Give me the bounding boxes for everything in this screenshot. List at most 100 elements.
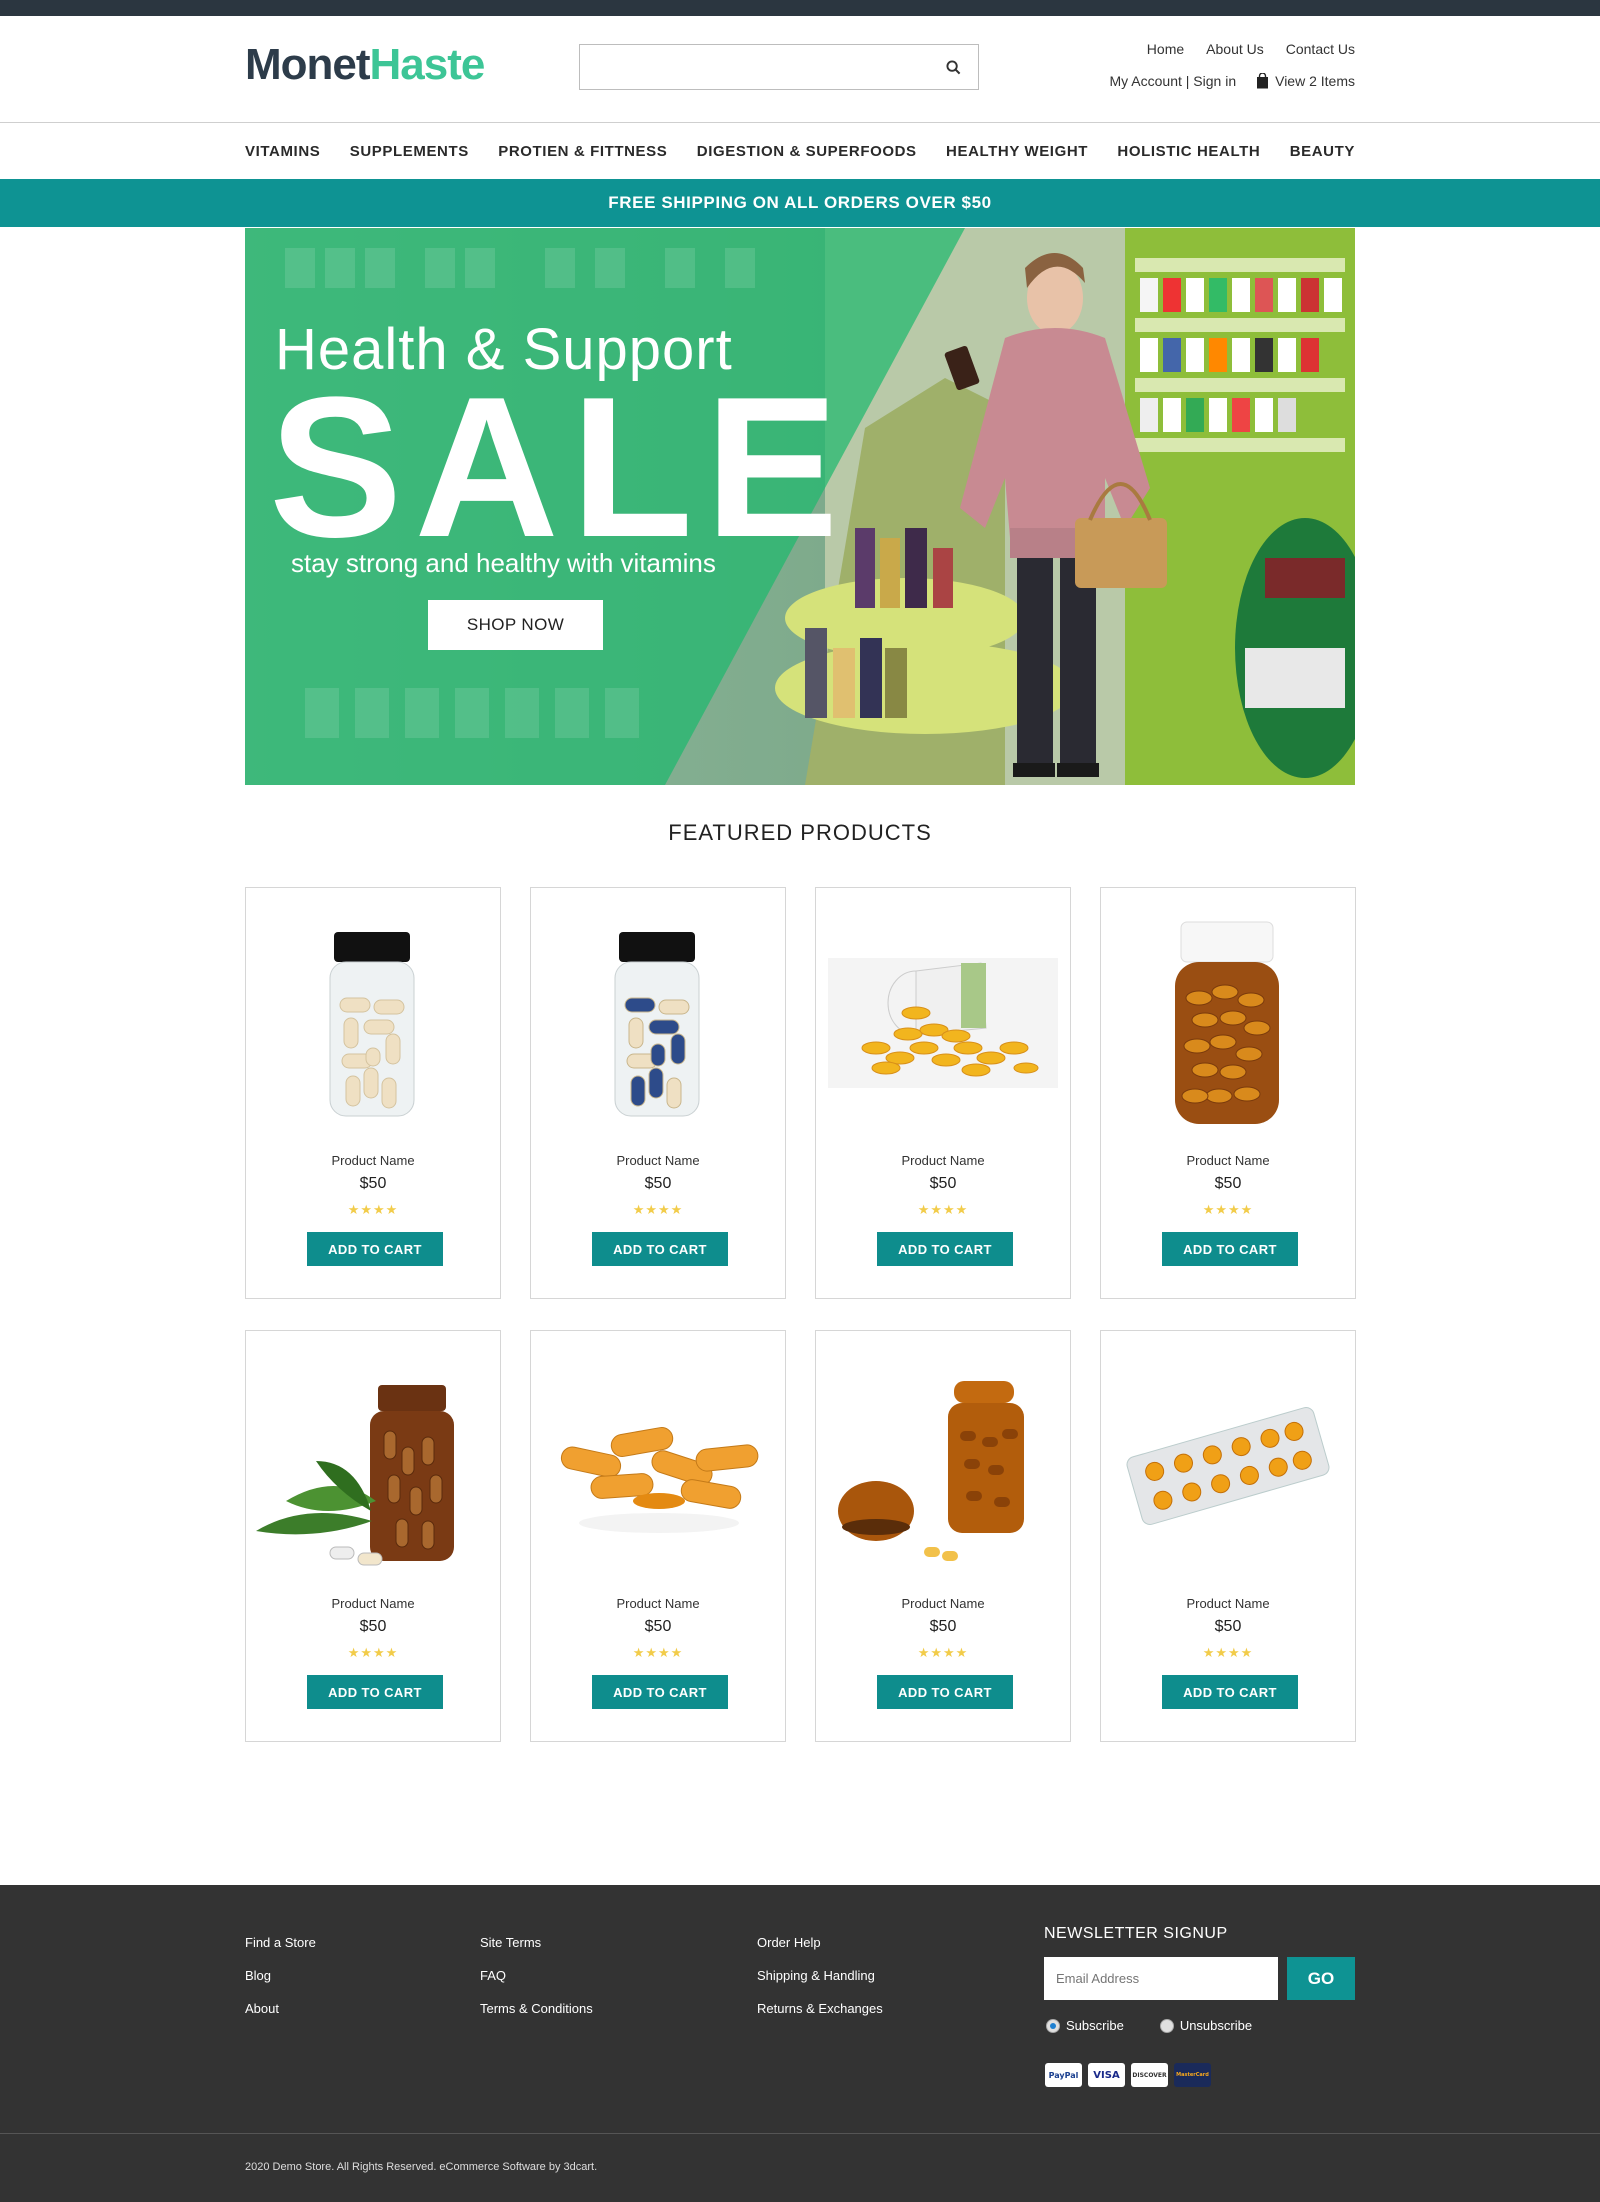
top-links: Home About Us Contact Us	[1147, 41, 1355, 57]
footer-column-2: Site Terms FAQ Terms & Conditions	[480, 1935, 593, 2034]
account-signin-link[interactable]: My Account | Sign in	[1110, 73, 1237, 89]
product-rating-stars: ★★★★	[632, 1645, 684, 1660]
main-nav: VITAMINS SUPPLEMENTS PROTIEN & FITTNESS …	[0, 123, 1600, 179]
newsletter-go-button[interactable]: GO	[1287, 1957, 1355, 2000]
newsletter-email-input[interactable]	[1044, 1957, 1278, 2000]
visa-icon: VISA	[1088, 2063, 1125, 2087]
search-icon	[945, 59, 960, 74]
bag-icon	[1257, 73, 1269, 89]
product-price: $50	[359, 1618, 387, 1635]
hero-subtitle: stay strong and healthy with vitamins	[291, 548, 716, 578]
product-name[interactable]: Product Name	[531, 1153, 785, 1168]
product-image-amber-softgel-bottle[interactable]	[1101, 908, 1355, 1138]
product-card[interactable]: Product Name $50 ★★★★ ADD TO CART	[530, 887, 786, 1299]
hero-sale-text: SALE	[269, 356, 851, 579]
payment-methods: PayPal VISA DISCOVER MasterCard	[1045, 2063, 1211, 2087]
product-rating-stars: ★★★★	[347, 1202, 399, 1217]
footer-link-faq[interactable]: FAQ	[480, 1968, 593, 1983]
add-to-cart-button[interactable]: ADD TO CART	[1162, 1675, 1298, 1709]
footer-link-terms[interactable]: Terms & Conditions	[480, 2001, 593, 2016]
product-card[interactable]: Product Name $50 ★★★★ ADD TO CART	[1100, 1330, 1356, 1742]
product-card[interactable]: Product Name $50 ★★★★ ADD TO CART	[815, 1330, 1071, 1742]
product-price: $50	[929, 1175, 957, 1192]
product-name[interactable]: Product Name	[246, 1153, 500, 1168]
product-image-blue-capsule-jar[interactable]	[531, 908, 785, 1138]
discover-icon: DISCOVER	[1131, 2063, 1168, 2087]
product-image-amber-bottle-leaves[interactable]	[246, 1351, 500, 1581]
paypal-icon: PayPal	[1045, 2063, 1082, 2087]
search-input[interactable]	[580, 45, 920, 89]
product-image-orange-capsules[interactable]	[531, 1351, 785, 1581]
hero-banner: Health & Support SALE stay strong and he…	[245, 228, 1355, 785]
product-rating-stars: ★★★★	[1202, 1645, 1254, 1660]
add-to-cart-button[interactable]: ADD TO CART	[592, 1675, 728, 1709]
product-image-spilled-softgels[interactable]	[816, 908, 1070, 1138]
top-link-contact[interactable]: Contact Us	[1286, 41, 1355, 57]
subscribe-label: Subscribe	[1066, 2018, 1124, 2033]
product-rating-stars: ★★★★	[632, 1202, 684, 1217]
footer-link-site-terms[interactable]: Site Terms	[480, 1935, 593, 1950]
product-rating-stars: ★★★★	[1202, 1202, 1254, 1217]
site-logo[interactable]: MonetHaste	[245, 40, 485, 90]
product-name[interactable]: Product Name	[531, 1596, 785, 1611]
top-strip	[0, 0, 1600, 16]
add-to-cart-button[interactable]: ADD TO CART	[877, 1232, 1013, 1266]
footer-link-order-help[interactable]: Order Help	[757, 1935, 883, 1950]
cart-link[interactable]: View 2 Items	[1256, 73, 1355, 89]
shop-now-button[interactable]: SHOP NOW	[428, 600, 603, 650]
product-card[interactable]: Product Name $50 ★★★★ ADD TO CART	[245, 887, 501, 1299]
product-name[interactable]: Product Name	[816, 1596, 1070, 1611]
add-to-cart-button[interactable]: ADD TO CART	[1162, 1232, 1298, 1266]
nav-vitamins[interactable]: VITAMINS	[245, 143, 320, 160]
footer-link-returns[interactable]: Returns & Exchanges	[757, 2001, 883, 2016]
logo-part-1: Monet	[245, 40, 371, 89]
footer-divider	[0, 2133, 1600, 2134]
product-card[interactable]: Product Name $50 ★★★★ ADD TO CART	[530, 1330, 786, 1742]
nav-digestion-superfoods[interactable]: DIGESTION & SUPERFOODS	[697, 143, 917, 160]
add-to-cart-button[interactable]: ADD TO CART	[307, 1232, 443, 1266]
nav-beauty[interactable]: BEAUTY	[1290, 143, 1355, 160]
unsubscribe-radio[interactable]: Unsubscribe	[1159, 2018, 1253, 2033]
footer-column-1: Find a Store Blog About	[245, 1935, 316, 2034]
footer-link-about[interactable]: About	[245, 2001, 316, 2016]
cart-label: View 2 Items	[1275, 73, 1355, 89]
unsubscribe-label: Unsubscribe	[1179, 2018, 1253, 2033]
product-price: $50	[929, 1618, 957, 1635]
product-image-white-capsule-jar[interactable]	[246, 908, 500, 1138]
search-box	[579, 44, 979, 90]
add-to-cart-button[interactable]: ADD TO CART	[592, 1232, 728, 1266]
subscription-options: Subscribe Unsubscribe	[1046, 2018, 1252, 2033]
product-card[interactable]: Product Name $50 ★★★★ ADD TO CART	[1100, 887, 1356, 1299]
nav-supplements[interactable]: SUPPLEMENTS	[350, 143, 469, 160]
product-image-amber-jar-open[interactable]	[816, 1351, 1070, 1581]
product-name[interactable]: Product Name	[816, 1153, 1070, 1168]
top-link-about[interactable]: About Us	[1206, 41, 1264, 57]
mastercard-icon: MasterCard	[1174, 2063, 1211, 2087]
subscribe-radio[interactable]: Subscribe	[1046, 2018, 1124, 2033]
footer-link-blog[interactable]: Blog	[245, 1968, 316, 1983]
featured-products-title: FEATURED PRODUCTS	[668, 820, 932, 845]
product-card[interactable]: Product Name $50 ★★★★ ADD TO CART	[815, 887, 1071, 1299]
product-price: $50	[1214, 1175, 1242, 1192]
product-name[interactable]: Product Name	[1101, 1596, 1355, 1611]
footer-column-3: Order Help Shipping & Handling Returns &…	[757, 1935, 883, 2034]
product-price: $50	[644, 1618, 672, 1635]
product-price: $50	[644, 1175, 672, 1192]
product-image-blister-pack[interactable]	[1101, 1351, 1355, 1581]
footer-link-shipping[interactable]: Shipping & Handling	[757, 1968, 883, 1983]
product-name[interactable]: Product Name	[246, 1596, 500, 1611]
nav-holistic-health[interactable]: HOLISTIC HEALTH	[1117, 143, 1260, 160]
product-rating-stars: ★★★★	[917, 1645, 969, 1660]
product-card[interactable]: Product Name $50 ★★★★ ADD TO CART	[245, 1330, 501, 1742]
search-button[interactable]	[928, 45, 978, 89]
account-links: My Account | Sign in View 2 Items	[1110, 73, 1355, 89]
product-name[interactable]: Product Name	[1101, 1153, 1355, 1168]
nav-healthy-weight[interactable]: HEALTHY WEIGHT	[946, 143, 1088, 160]
nav-protein-fitness[interactable]: PROTIEN & FITTNESS	[498, 143, 667, 160]
add-to-cart-button[interactable]: ADD TO CART	[877, 1675, 1013, 1709]
footer-link-find-store[interactable]: Find a Store	[245, 1935, 316, 1950]
add-to-cart-button[interactable]: ADD TO CART	[307, 1675, 443, 1709]
product-rating-stars: ★★★★	[347, 1645, 399, 1660]
radio-unselected-icon	[1159, 2018, 1174, 2033]
top-link-home[interactable]: Home	[1147, 41, 1184, 57]
